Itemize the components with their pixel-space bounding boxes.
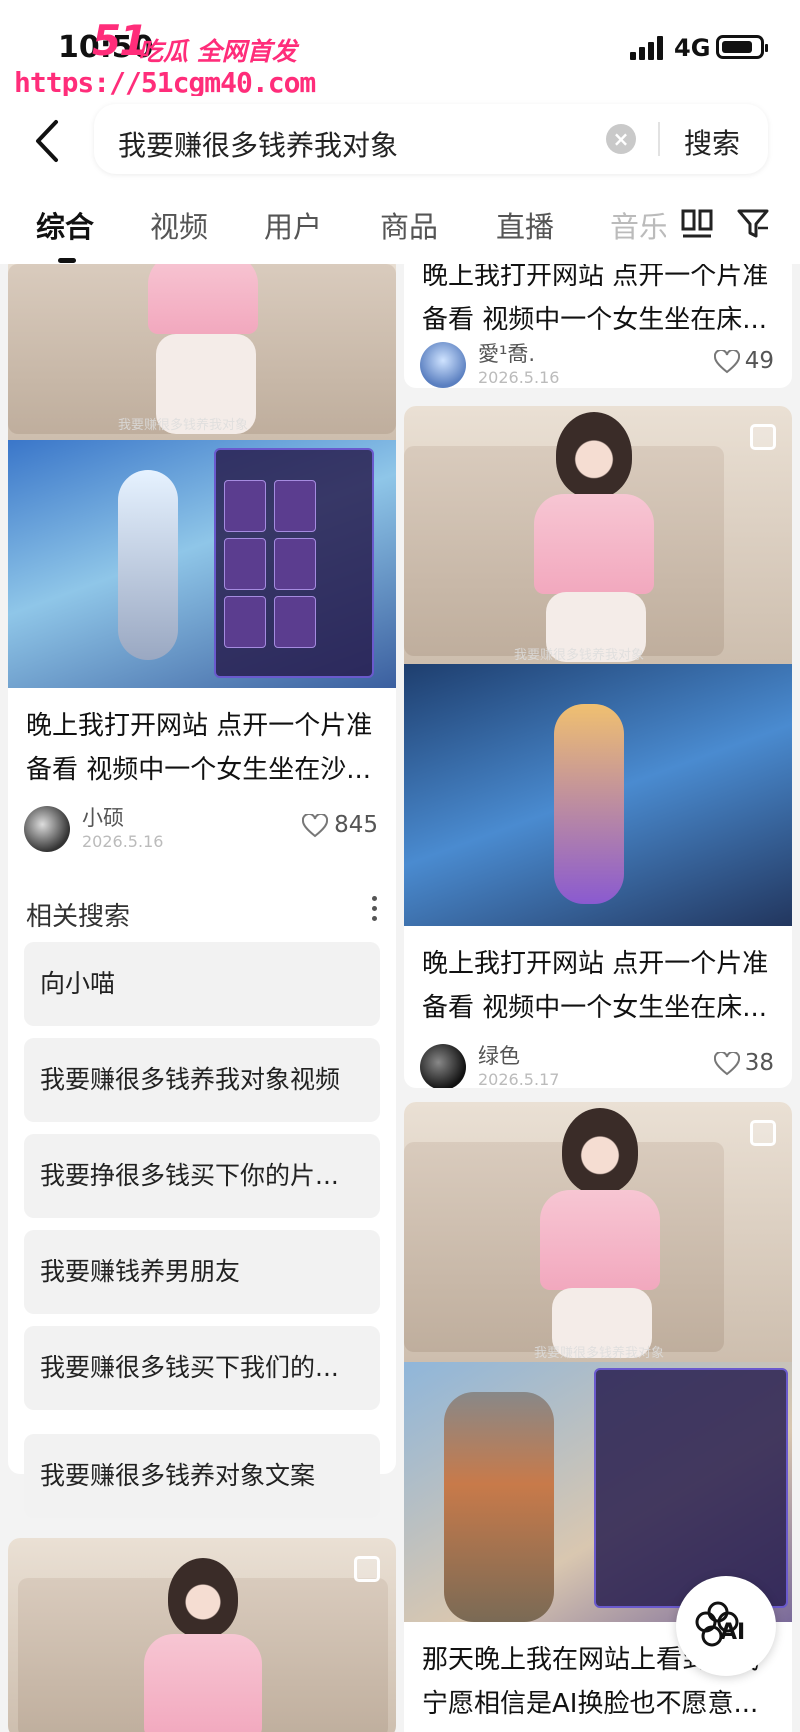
title-line: 备看 视频中一个女生坐在沙... xyxy=(26,755,372,785)
ai-assistant-button[interactable]: AI xyxy=(676,1576,776,1676)
post-date: 2026.5.17 xyxy=(478,1070,560,1088)
tab-products[interactable]: 商品 xyxy=(380,204,438,246)
network-type: 4G xyxy=(674,34,711,62)
results-feed: 我要赚很多钱养我对象 晚上我打开网站 点开一个片准 备看 视频中一个女生坐在沙.… xyxy=(0,264,800,1732)
avatar[interactable] xyxy=(420,342,466,388)
video-thumbnail[interactable]: 我要赚很多钱养我对象 xyxy=(404,406,792,926)
heart-icon[interactable] xyxy=(714,350,740,374)
tab-users[interactable]: 用户 xyxy=(264,204,322,246)
person-head xyxy=(168,1558,238,1638)
title-line: 宁愿相信是AI换脸也不愿意... xyxy=(422,1689,759,1719)
video-title[interactable]: 晚上我打开网站 点开一个片准 备看 视频中一个女生坐在沙... xyxy=(8,688,396,792)
video-caption: 我要赚很多钱养我对象 xyxy=(514,648,645,663)
video-thumbnail[interactable]: 我要赚很多钱养我对象 xyxy=(404,1102,792,1622)
more-options-icon[interactable] xyxy=(372,896,378,926)
person-shape xyxy=(534,494,654,594)
filter-icon[interactable] xyxy=(736,206,770,240)
category-tabs: 综合 视频 用户 商品 直播 音乐 xyxy=(0,188,800,264)
person-shape xyxy=(144,1634,262,1732)
search-button[interactable]: 搜索 xyxy=(684,122,740,162)
title-line: 晚上我打开网站 点开一个片准 xyxy=(422,949,769,979)
related-item[interactable]: 我要赚很多钱养我对象视频 xyxy=(24,1038,380,1122)
related-item[interactable]: 我要赚很多钱买下我们的... xyxy=(24,1326,380,1410)
related-item[interactable]: 我要赚很多钱养对象文案 xyxy=(24,1434,380,1518)
watermark-url: https://51cgm40.com xyxy=(14,66,316,99)
related-title: 相关搜索 xyxy=(26,902,131,932)
tab-underline xyxy=(58,258,76,263)
watermark-text: 吃瓜 全网首发 xyxy=(138,37,297,66)
avatar[interactable] xyxy=(420,1044,466,1088)
inventory-slot xyxy=(224,596,266,648)
search-divider xyxy=(658,122,660,156)
game-character xyxy=(444,1392,554,1622)
person-shape xyxy=(148,264,258,334)
layout-icon[interactable] xyxy=(680,206,714,240)
back-icon[interactable] xyxy=(28,116,68,166)
like-count: 845 xyxy=(334,812,378,838)
video-thumbnail[interactable] xyxy=(8,1538,396,1732)
room-frame xyxy=(8,1538,396,1732)
search-input[interactable]: 我要赚很多钱养我对象 xyxy=(118,124,398,164)
inventory-slot xyxy=(274,538,316,590)
game-character xyxy=(554,704,624,904)
clear-icon[interactable]: × xyxy=(606,124,636,154)
search-box[interactable]: 我要赚很多钱养我对象 × 搜索 xyxy=(94,104,768,174)
video-caption: 我要赚很多钱养我对象 xyxy=(118,418,249,433)
inventory-slot xyxy=(274,596,316,648)
video-title[interactable]: 晚上我打开网站 点开一个片准 备看 视频中一个女生坐在床... xyxy=(404,926,792,1030)
game-character xyxy=(118,470,178,660)
title-line: 备看 视频中一个女生坐在床... xyxy=(422,993,768,1023)
title-line: 晚上我打开网站 点开一个片准 xyxy=(26,711,373,741)
video-card[interactable]: 我要赚很多钱养我对象 晚上我打开网站 点开一个片准 备看 视频中一个女生坐在床.… xyxy=(404,406,792,1088)
game-frame xyxy=(8,440,396,688)
room-frame: 我要赚很多钱养我对象 xyxy=(8,264,396,440)
author-name[interactable]: 愛¹喬. xyxy=(478,338,535,368)
related-item[interactable]: 我要挣很多钱买下你的片... xyxy=(24,1134,380,1218)
title-line: 晚上我打开网站 点开一个片准 xyxy=(422,264,769,291)
tab-live[interactable]: 直播 xyxy=(496,204,554,246)
person-head xyxy=(562,1108,638,1194)
video-thumbnail[interactable]: 我要赚很多钱养我对象 xyxy=(8,264,396,688)
card-meta: 小硕 2026.5.16 845 xyxy=(8,792,396,862)
person-shape xyxy=(540,1190,660,1290)
room-frame: 我要赚很多钱养我对象 xyxy=(404,1102,792,1362)
game-stats-panel xyxy=(594,1368,788,1608)
card-meta: 绿色 2026.5.17 38 xyxy=(404,1030,792,1088)
heart-icon[interactable] xyxy=(714,1052,740,1076)
video-card[interactable]: 晚上我打开网站 点开一个片准 备看 视频中一个女生坐在床... 愛¹喬. 202… xyxy=(404,264,792,388)
inventory-slot xyxy=(274,480,316,532)
author-name[interactable]: 绿色 xyxy=(478,1040,520,1070)
heart-icon[interactable] xyxy=(302,814,328,838)
search-results-page: 10:50 4G 51 吃瓜 全网首发 https://51cgm40.com … xyxy=(0,0,800,1732)
related-item[interactable]: 向小喵 xyxy=(24,942,380,1026)
game-frame xyxy=(404,664,792,926)
tab-all[interactable]: 综合 xyxy=(36,204,94,246)
post-date: 2026.5.16 xyxy=(478,368,560,387)
room-frame: 我要赚很多钱养我对象 xyxy=(404,406,792,664)
related-searches: 相关搜索 向小喵 我要赚很多钱养我对象视频 我要挣很多钱买下你的片... 我要赚… xyxy=(8,874,396,1474)
tab-music[interactable]: 音乐 xyxy=(610,204,666,246)
like-count: 49 xyxy=(744,348,774,374)
ai-label: AI xyxy=(720,1620,746,1645)
post-date: 2026.5.16 xyxy=(82,832,164,851)
search-header: 我要赚很多钱养我对象 × 搜索 xyxy=(0,96,800,188)
inventory-slot xyxy=(224,538,266,590)
status-bar: 10:50 4G 51 吃瓜 全网首发 https://51cgm40.com xyxy=(0,0,800,99)
avatar[interactable] xyxy=(24,806,70,852)
multi-image-icon xyxy=(750,424,776,450)
battery-icon xyxy=(716,35,768,59)
signal-icon xyxy=(630,36,664,60)
inventory-slot xyxy=(224,480,266,532)
person-head xyxy=(556,412,632,498)
game-inventory-panel xyxy=(214,448,374,678)
tab-video[interactable]: 视频 xyxy=(150,204,208,246)
video-caption: 我要赚很多钱养我对象 xyxy=(534,1346,665,1361)
like-count: 38 xyxy=(744,1050,774,1076)
related-item[interactable]: 我要赚钱养男朋友 xyxy=(24,1230,380,1314)
multi-image-icon xyxy=(354,1556,380,1582)
multi-image-icon xyxy=(750,1120,776,1146)
video-card[interactable] xyxy=(8,1538,396,1732)
author-name[interactable]: 小硕 xyxy=(82,802,124,832)
card-meta: 愛¹喬. 2026.5.16 49 xyxy=(404,328,792,388)
